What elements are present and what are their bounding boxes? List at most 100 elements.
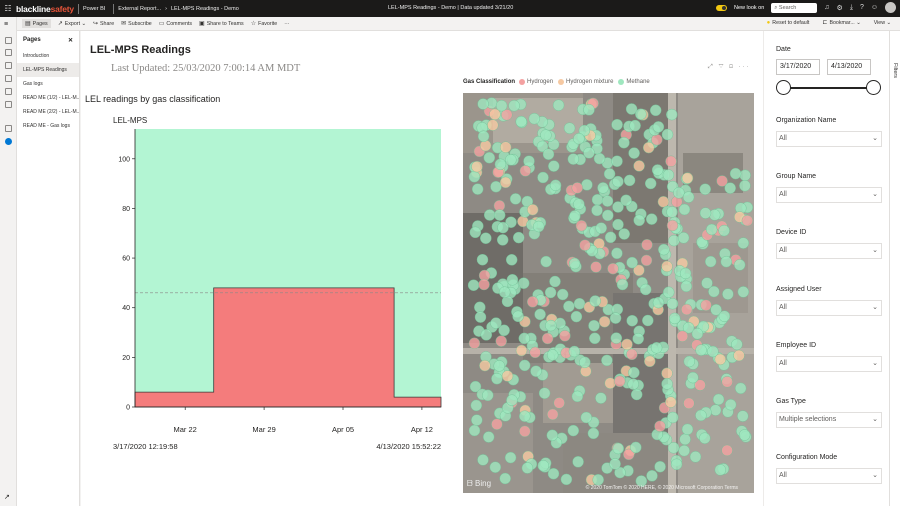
map-reading-point[interactable] [567, 153, 580, 165]
map-reading-point[interactable] [587, 427, 600, 440]
map-reading-point[interactable] [665, 155, 677, 168]
map-reading-point[interactable] [679, 267, 692, 280]
map-reading-point[interactable] [519, 410, 531, 422]
map-reading-point[interactable] [623, 174, 636, 187]
page-item-lel-mps-readings[interactable]: LEL-MPS Readings [17, 63, 79, 77]
filters-collapse-rail[interactable]: Filters [889, 31, 900, 506]
map-reading-point[interactable] [553, 397, 565, 409]
map-reading-point[interactable] [595, 222, 607, 234]
map-reading-point[interactable] [649, 104, 662, 116]
map-reading-point[interactable] [479, 139, 492, 152]
map-reading-point[interactable] [575, 219, 588, 232]
map-reading-point[interactable] [519, 425, 531, 437]
map-reading-point[interactable] [681, 172, 694, 184]
map-reading-point[interactable] [491, 418, 503, 430]
map-reading-point[interactable] [468, 337, 481, 350]
map-reading-point[interactable] [610, 332, 623, 344]
recent-icon[interactable] [5, 62, 12, 69]
map-reading-point[interactable] [573, 133, 585, 145]
create-icon[interactable] [5, 75, 12, 82]
map-reading-point[interactable] [583, 104, 595, 116]
map-reading-point[interactable] [699, 183, 711, 195]
map-reading-point[interactable] [704, 255, 717, 268]
map-reading-point[interactable] [526, 296, 539, 308]
map-reading-point[interactable] [616, 278, 629, 291]
date-slider-end-handle[interactable] [866, 80, 881, 95]
map-reading-point[interactable] [500, 141, 512, 153]
map-reading-point[interactable] [480, 329, 492, 341]
map-reading-point[interactable] [601, 354, 613, 367]
map-reading-point[interactable] [680, 303, 693, 316]
employee-id-dropdown[interactable]: All ⌄ [776, 356, 882, 372]
map-reading-point[interactable] [627, 378, 639, 390]
workspaces-icon[interactable] [5, 125, 12, 132]
home-icon[interactable] [5, 37, 12, 44]
map-reading-point[interactable] [506, 254, 518, 266]
map-reading-point[interactable] [604, 377, 616, 389]
map-reading-point[interactable] [526, 203, 539, 216]
map-reading-point[interactable] [654, 461, 666, 473]
help-icon[interactable]: ? [860, 4, 864, 11]
map-reading-point[interactable] [738, 429, 751, 441]
map-reading-point[interactable] [474, 301, 486, 314]
map-reading-point[interactable] [568, 257, 581, 270]
map-reading-point[interactable] [695, 409, 707, 422]
map-reading-point[interactable] [640, 254, 653, 267]
map-reading-point[interactable] [573, 297, 586, 310]
map-reading-point[interactable] [603, 168, 616, 180]
map-reading-point[interactable] [731, 338, 743, 351]
map-reading-point[interactable] [628, 147, 640, 159]
map-reading-point[interactable] [667, 442, 680, 454]
map-reading-point[interactable] [583, 147, 595, 159]
map-reading-point[interactable] [687, 371, 699, 384]
map-reading-point[interactable] [680, 280, 693, 293]
breadcrumb-report[interactable]: LEL-MPS Readings - Demo [171, 6, 239, 12]
map-reading-point[interactable] [588, 319, 600, 332]
map-reading-point[interactable] [604, 231, 617, 244]
map-reading-point[interactable] [721, 444, 733, 457]
map-reading-point[interactable] [590, 261, 602, 273]
map-reading-point[interactable] [644, 355, 656, 367]
map-reading-point[interactable] [571, 182, 584, 194]
visual-header-icons[interactable]: ⤢ ▽ ⊡ ··· [708, 64, 751, 71]
map-reading-point[interactable] [546, 429, 559, 441]
map-reading-point[interactable] [572, 456, 584, 468]
map-reading-point[interactable] [552, 99, 565, 111]
map-reading-point[interactable] [477, 98, 489, 110]
map-reading-point[interactable] [700, 299, 712, 311]
map-reading-point[interactable] [546, 349, 559, 361]
map-reading-point[interactable] [639, 283, 652, 296]
map-reading-point[interactable] [494, 209, 506, 221]
map-reading-point[interactable] [549, 179, 562, 192]
map-reading-point[interactable] [683, 355, 696, 368]
map-reading-point[interactable] [665, 396, 677, 408]
map-reading-point[interactable] [699, 207, 712, 219]
page-item-gas-logs[interactable]: Gas logs [17, 77, 79, 91]
share-teams-button[interactable]: ▣ Share to Teams [199, 20, 244, 28]
map-reading-point[interactable] [592, 474, 604, 486]
map-reading-point[interactable] [679, 433, 691, 445]
datasets-icon[interactable] [5, 88, 12, 95]
map-reading-point[interactable] [549, 275, 561, 288]
map-reading-point[interactable] [612, 218, 624, 231]
map-reading-point[interactable] [544, 286, 557, 299]
map-reading-point[interactable] [597, 182, 609, 194]
map-reading-point[interactable] [482, 389, 494, 401]
map-reading-point[interactable] [581, 179, 593, 191]
map-reading-point[interactable] [651, 134, 663, 146]
map-reading-point[interactable] [633, 160, 645, 172]
map-reading-point[interactable] [563, 122, 576, 134]
map-reading-point[interactable] [646, 470, 658, 482]
map-reading-point[interactable] [580, 411, 593, 424]
map-reading-point[interactable] [701, 277, 713, 289]
map-reading-point[interactable] [611, 155, 623, 167]
map-reading-point[interactable] [628, 366, 640, 379]
map-reading-point[interactable] [545, 319, 557, 332]
map-reading-point[interactable] [681, 423, 694, 435]
map-reading-point[interactable] [479, 359, 491, 372]
map-reading-point[interactable] [737, 237, 749, 249]
map-reading-point[interactable] [642, 314, 654, 327]
map-reading-point[interactable] [499, 286, 511, 298]
map-reading-point[interactable] [540, 255, 552, 268]
map-reading-point[interactable] [504, 451, 517, 464]
